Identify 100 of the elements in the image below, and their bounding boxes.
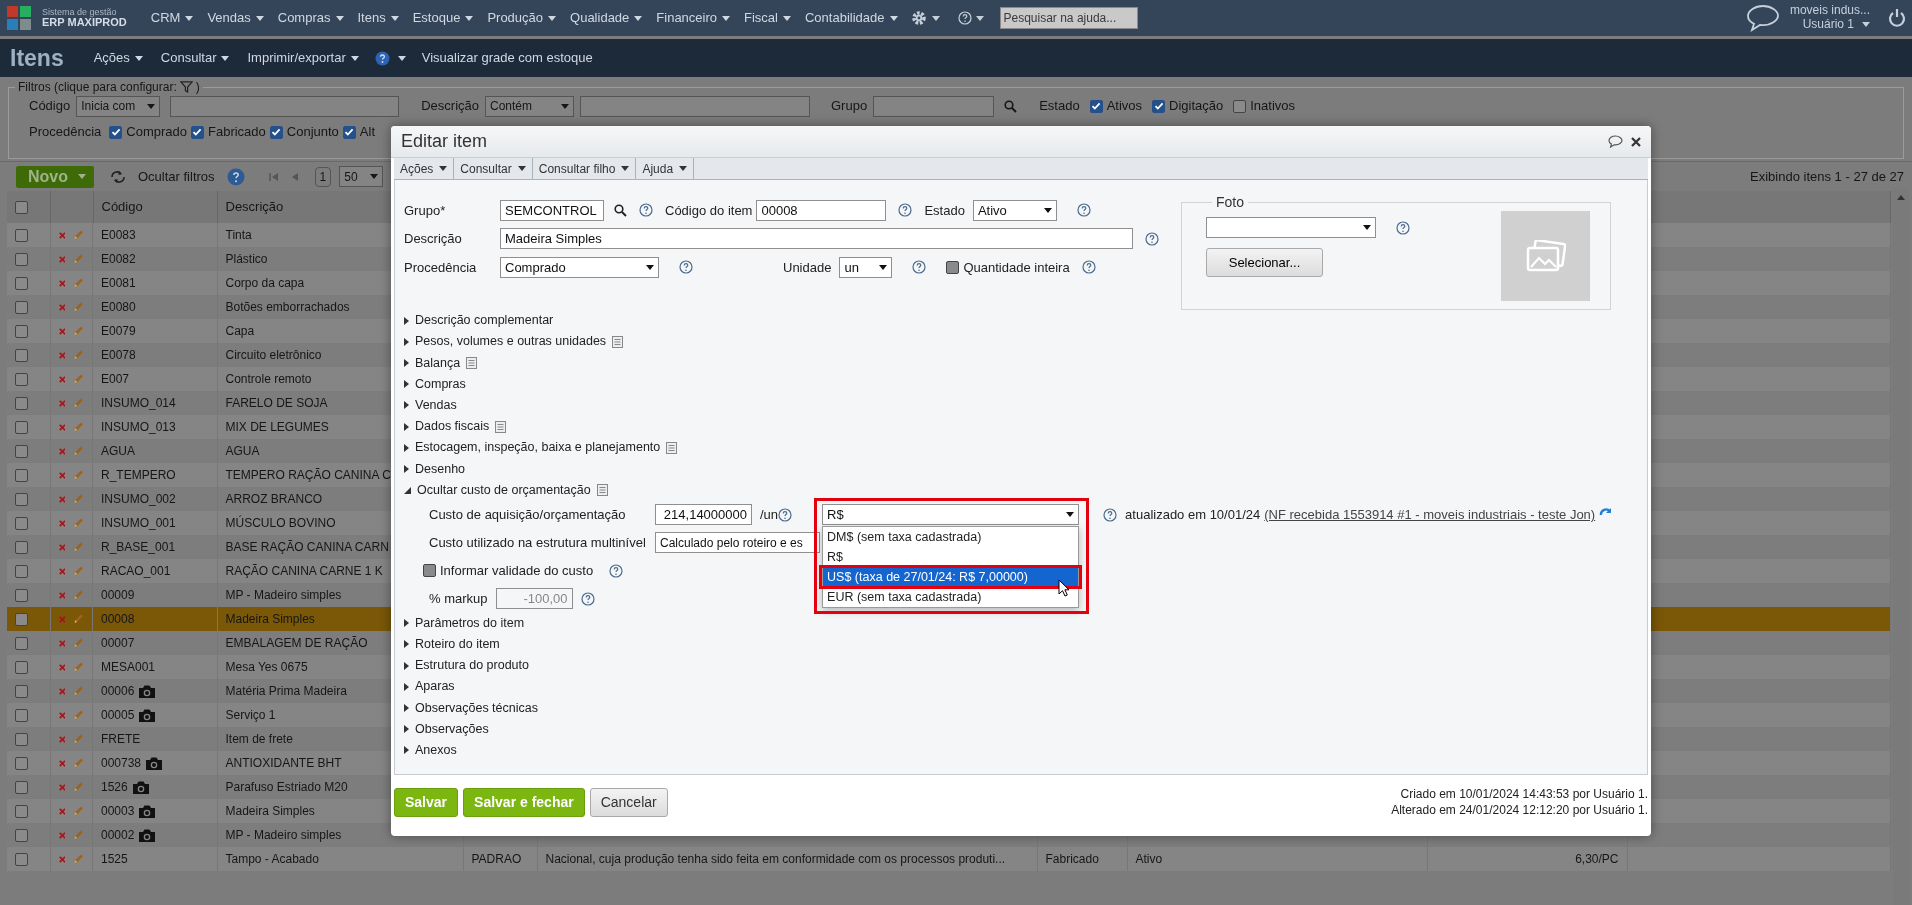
camera-icon[interactable] xyxy=(138,803,157,819)
pencil-icon[interactable] xyxy=(73,516,84,530)
delete-icon[interactable] xyxy=(58,422,66,432)
delete-icon[interactable] xyxy=(58,542,66,552)
operator-select[interactable]: Contém xyxy=(485,95,574,117)
delete-icon[interactable] xyxy=(58,590,66,600)
checkbox[interactable] xyxy=(15,469,28,483)
checkbox[interactable] xyxy=(15,757,28,771)
checkbox[interactable] xyxy=(15,709,28,723)
section-toggle[interactable]: Parâmetros do item xyxy=(404,613,525,633)
pencil-icon[interactable] xyxy=(73,564,84,578)
help-icon[interactable] xyxy=(898,203,913,218)
pencil-icon[interactable] xyxy=(73,228,84,242)
group-field[interactable] xyxy=(873,95,995,117)
checkbox[interactable] xyxy=(15,565,28,579)
table-row[interactable]: 1525 Tampo - Acabado PADRAO Nacional, cuja produção tenha sido feita em conformidade com os processos produti... Fabricado Ativo 6,30/PC xyxy=(7,847,1890,871)
checkbox[interactable] xyxy=(946,260,960,274)
delete-icon[interactable] xyxy=(58,302,66,312)
checkbox[interactable] xyxy=(15,201,28,215)
status-select[interactable]: Ativo xyxy=(972,199,1057,221)
delete-icon[interactable] xyxy=(58,326,66,336)
pencil-icon[interactable] xyxy=(73,588,84,602)
note-icon[interactable] xyxy=(495,420,507,433)
delete-icon[interactable] xyxy=(58,446,66,456)
checkbox[interactable] xyxy=(15,685,28,699)
help-icon[interactable] xyxy=(778,507,793,522)
help-icon[interactable] xyxy=(912,260,927,275)
camera-icon[interactable] xyxy=(145,755,164,771)
pencil-icon[interactable] xyxy=(73,396,84,410)
refresh-icon[interactable] xyxy=(110,169,126,184)
checkbox[interactable] xyxy=(1152,99,1166,113)
menu-item[interactable]: Compras xyxy=(275,8,346,28)
code-field[interactable] xyxy=(170,95,400,117)
delete-icon[interactable] xyxy=(58,806,66,816)
menu-item[interactable]: CRM xyxy=(148,8,196,28)
page-number-field[interactable]: 1 xyxy=(314,166,332,187)
search-field[interactable]: Pesquisar na ajuda... xyxy=(999,7,1138,29)
company-link[interactable]: moveis indus... xyxy=(1789,4,1870,18)
help-icon[interactable] xyxy=(374,50,390,66)
camera-icon[interactable] xyxy=(138,683,157,699)
source-link[interactable]: (NF recebida 1553914 #1 - moveis industriais - teste Jon) xyxy=(1264,504,1596,525)
funnel-icon[interactable] xyxy=(179,81,193,93)
checkbox[interactable] xyxy=(15,349,28,363)
cost-field[interactable]: 214,14000000 xyxy=(655,504,752,526)
delete-icon[interactable] xyxy=(58,638,66,648)
section-toggle[interactable]: Ocultar custo de orçamentação xyxy=(404,480,591,500)
chat-bubble-icon[interactable] xyxy=(1745,4,1780,32)
checkbox[interactable] xyxy=(15,613,28,627)
checkbox[interactable] xyxy=(191,125,204,139)
delete-icon[interactable] xyxy=(58,734,66,744)
pencil-icon[interactable] xyxy=(73,420,84,434)
section-toggle[interactable]: Pesos, volumes e outras unidades xyxy=(404,332,607,352)
section-toggle[interactable]: Compras xyxy=(404,374,466,394)
checkbox[interactable] xyxy=(1233,99,1247,113)
checkbox[interactable] xyxy=(15,661,28,675)
checkbox[interactable] xyxy=(342,125,356,139)
pencil-icon[interactable] xyxy=(73,252,84,266)
menu-item[interactable]: Consultar xyxy=(454,158,533,179)
checkbox[interactable] xyxy=(15,781,28,795)
checkbox[interactable] xyxy=(1089,99,1103,113)
delete-icon[interactable] xyxy=(58,782,66,792)
menu-item[interactable]: Contabilidade xyxy=(803,8,900,28)
checkbox[interactable] xyxy=(15,541,28,555)
pencil-icon[interactable] xyxy=(73,756,84,770)
filter-legend[interactable]: Filtros (clique para configurar: xyxy=(18,81,177,93)
delete-icon[interactable] xyxy=(58,758,66,768)
menu-item[interactable]: Fiscal xyxy=(742,8,793,28)
checkbox[interactable] xyxy=(15,493,28,507)
menu-item[interactable]: Produção xyxy=(485,8,559,28)
checkbox[interactable] xyxy=(15,325,28,339)
dropdown-option[interactable]: R$ xyxy=(823,547,1079,568)
menu-item[interactable]: Ações xyxy=(394,158,455,179)
delete-icon[interactable] xyxy=(58,830,66,840)
checkbox[interactable] xyxy=(269,125,283,139)
menu-item[interactable]: Imprimir/exportar xyxy=(245,48,361,68)
description-field[interactable] xyxy=(580,95,810,117)
section-toggle[interactable]: Anexos xyxy=(404,741,457,760)
delete-icon[interactable] xyxy=(58,662,66,672)
item-code-field[interactable]: 00008 xyxy=(756,199,887,221)
photo-select[interactable] xyxy=(1206,217,1376,238)
checkbox[interactable] xyxy=(15,229,28,243)
origin-select[interactable]: Comprado xyxy=(500,256,659,278)
section-toggle[interactable]: Desenho xyxy=(404,459,466,479)
camera-icon[interactable] xyxy=(131,779,150,795)
pencil-icon[interactable] xyxy=(73,852,84,866)
delete-icon[interactable] xyxy=(58,470,66,480)
gear-icon[interactable] xyxy=(909,9,928,27)
unit-select[interactable]: un xyxy=(839,256,893,278)
section-toggle[interactable]: Observações técnicas xyxy=(404,698,538,718)
checkbox[interactable] xyxy=(109,125,123,139)
currency-select[interactable]: R$ xyxy=(822,504,1080,526)
section-toggle[interactable]: Observações xyxy=(404,719,489,739)
column-header[interactable]: Código xyxy=(101,199,143,215)
checkbox[interactable] xyxy=(15,853,28,867)
delete-icon[interactable] xyxy=(58,566,66,576)
pencil-icon[interactable] xyxy=(73,612,84,626)
section-toggle[interactable]: Descrição complementar xyxy=(404,311,554,330)
chat-bubble-icon[interactable] xyxy=(1608,135,1623,148)
help-icon[interactable] xyxy=(226,167,245,186)
note-icon[interactable] xyxy=(596,484,608,497)
